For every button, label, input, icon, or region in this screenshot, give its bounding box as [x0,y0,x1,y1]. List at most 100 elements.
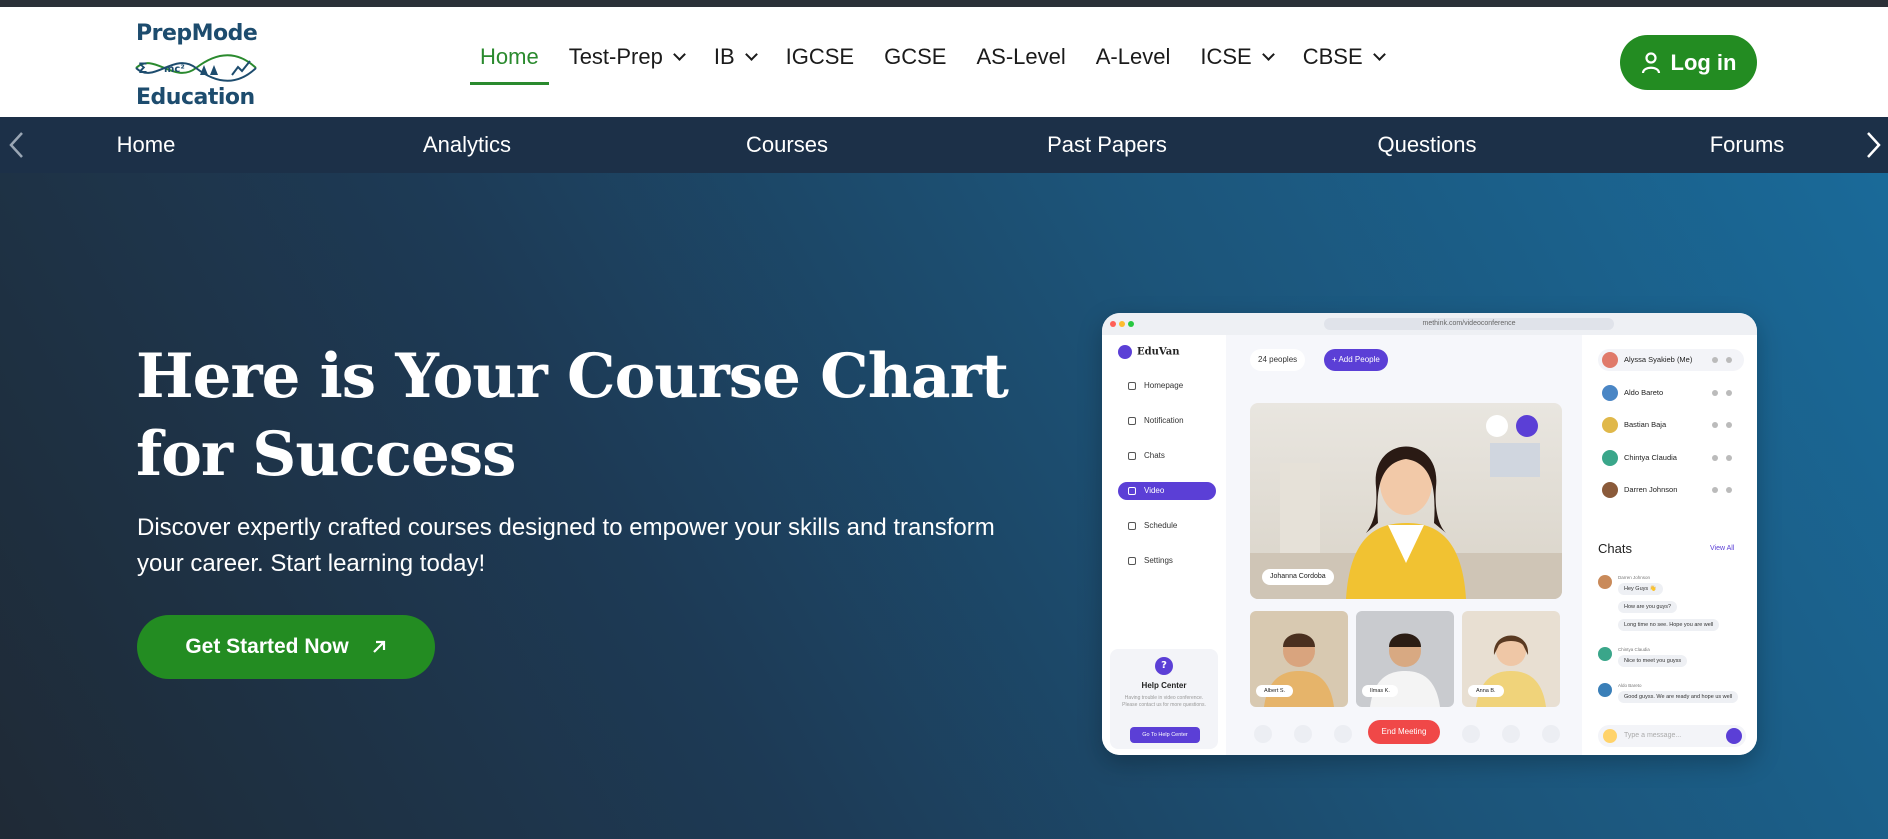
people-count: 24 peoples [1250,349,1306,371]
nav-item-label: CBSE [1302,44,1363,69]
mic-icon [1712,454,1718,461]
camera-icon [1726,487,1732,493]
nav-item-gcse[interactable]: GCSE [884,37,946,77]
thumb-name-1: Albert S. [1256,685,1294,697]
add-people-pill: + Add People [1324,349,1388,371]
chats-icon [1128,452,1136,460]
nav-item-as-level[interactable]: AS-Level [976,37,1065,77]
subnav-item-courses[interactable]: Courses [746,117,828,173]
mic-icon [1712,357,1718,363]
participant-name: Chintya Claudia [1624,452,1677,462]
mock-sidebar-item-chats: Chats [1118,447,1216,465]
subnav-item-past-papers[interactable]: Past Papers [1047,117,1167,173]
get-started-button[interactable]: Get Started Now [137,615,435,679]
camera-icon [1726,357,1732,363]
nav-item-cbse[interactable]: CBSE [1302,37,1386,77]
mock-brand: EduVan [1118,345,1179,359]
message-placeholder: Type a message... [1624,732,1682,739]
arrow-up-right-icon [372,640,385,653]
mock-sidebar-item-settings: Settings [1118,552,1216,570]
subnav-item-home[interactable]: Home [117,117,176,173]
camera-icon [1726,454,1732,461]
edit-control-icon [1294,725,1312,743]
chevron-down-icon [672,47,686,61]
mock-sidebar-item-notification: Notification [1118,412,1216,430]
nav-item-igcse[interactable]: IGCSE [786,37,854,77]
video-icon [1128,487,1136,495]
logo-text-bottom: Education [136,85,255,110]
avatar [1602,449,1618,466]
chat-msg: Nice to meet you guyss [1618,655,1688,667]
mock-sidebar-label: Chats [1144,451,1165,460]
participant-row: Aldo Bareto [1598,382,1744,404]
chevron-left-icon[interactable] [6,129,28,161]
subnav-item-analytics[interactable]: Analytics [423,117,511,173]
chat-name-2: Chintya Claudia [1618,647,1650,652]
thumb-name-3: Anna B. [1468,685,1504,697]
end-meeting-button: End Meeting [1368,720,1440,744]
mock-max-dot [1128,321,1134,327]
mock-sidebar: EduVan Homepage Notification Chats Video Sch… [1102,335,1226,755]
hero-title: Here is Your Course Chart for Success [136,341,1009,490]
nav-item-label: ICSE [1200,44,1252,69]
notification-icon [1128,417,1136,425]
chevron-right-icon[interactable] [1862,129,1884,161]
mock-brand-icon [1118,345,1132,359]
nav-item-icse[interactable]: ICSE [1200,37,1275,77]
chat-msg: Hey Guys 👋 [1618,583,1663,595]
people-count-label: 24 peoples [1258,355,1298,364]
help-desc: Having trouble in video conference. Plea… [1122,695,1206,708]
nav-item-home[interactable]: Home [470,37,549,85]
logo-dna-icon: Σ mc² [135,54,257,82]
hero-subtitle: Discover expertly crafted courses design… [137,514,995,577]
mock-sidebar-item-video: Video [1118,482,1216,500]
nav-item-label: Home [480,44,539,69]
chats-title: Chats [1598,541,1632,556]
main-nav: Home Test-Prep IB IGCSE GCSE AS-Level A-Level I… [470,37,1414,87]
chevron-down-icon [1261,47,1275,61]
thumb-name-2: Ilmas K. [1362,685,1398,697]
avatar [1602,482,1618,498]
site-header: PrepMode Σ mc² Education Home Test-Prep IB… [0,7,1888,117]
svg-text:mc²: mc² [164,64,185,75]
nav-item-a-level[interactable]: A-Level [1096,37,1171,77]
login-label: Log in [1670,49,1737,75]
participant-row: Bastian Baja [1598,414,1744,436]
logo[interactable]: PrepMode Σ mc² Education [134,17,260,112]
message-input: Type a message... [1598,725,1746,747]
hero-section: Here is Your Course Chart for Success Di… [0,173,1888,839]
chat-name-1: Darren Johnson [1618,575,1651,580]
schedule-icon [1128,522,1136,530]
more-control-icon [1542,725,1560,743]
mock-brand-label: EduVan [1137,346,1180,358]
avatar [1602,352,1618,368]
top-strip [0,0,1888,7]
nav-item-test-prep[interactable]: Test-Prep [569,37,686,77]
nav-item-ib[interactable]: IB [714,37,758,77]
thumb-video-1: Albert S. [1250,611,1348,707]
subnav-item-questions[interactable]: Questions [1377,117,1476,173]
nav-item-label: IGCSE [785,44,855,69]
participant-name: Alyssa Syakieb (Me) [1624,355,1693,364]
nav-item-label: GCSE [884,44,947,69]
mock-sidebar-label: Settings [1144,556,1173,565]
mock-close-dot [1110,321,1116,327]
thumb-video-2: Ilmas K. [1356,611,1454,707]
get-started-label: Get Started Now [185,635,349,658]
camera-icon [1726,389,1732,396]
pin-icon [1486,415,1508,437]
speaker-name: Johanna Cordoba [1262,569,1334,585]
chat-avatar-3 [1598,683,1612,697]
mic-icon [1712,487,1718,493]
help-title: Help Center [1141,681,1187,690]
login-button[interactable]: Log in [1620,35,1757,90]
mock-url: methink.com/videoconference [1324,318,1614,330]
mock-sidebar-item-homepage: Homepage [1118,377,1216,395]
nav-item-label: AS-Level [976,44,1066,69]
subnav-item-forums[interactable]: Forums [1710,117,1785,173]
mock-sidebar-item-schedule: Schedule [1118,517,1216,535]
camera-icon [1726,422,1732,428]
help-center-card: ? Help Center Having trouble in video co… [1110,649,1218,749]
mic-icon [1712,422,1718,428]
mock-browser-bar: methink.com/videoconference [1102,313,1757,335]
